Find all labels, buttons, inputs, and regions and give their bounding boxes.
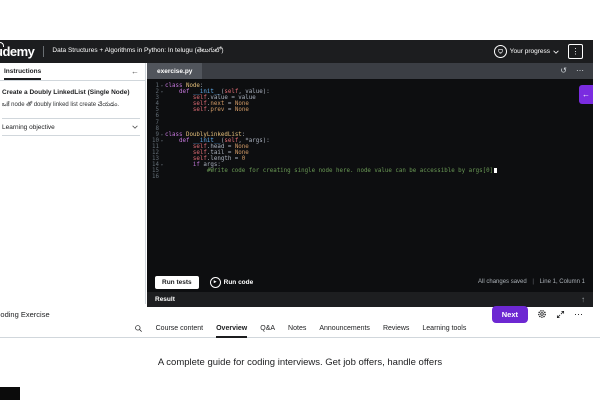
run-code-button[interactable]: ▸ Run code — [209, 276, 254, 288]
reset-code-icon[interactable]: ↺ — [560, 67, 567, 75]
assistant-collapse-button[interactable]: ← — [579, 85, 593, 104]
course-tabbar: Course content Overview Q&A Notes Announceme… — [0, 319, 600, 338]
instructions-panel: Instructions ← Create a Doubly LinkedLis… — [0, 63, 146, 304]
tab-overview[interactable]: Overview — [216, 319, 248, 338]
editor-controls: Run tests ▸ Run code All changes saved |… — [147, 272, 593, 292]
editor-tabstrip: exercise.py ↺ ⋯ — [147, 63, 593, 79]
search-icon[interactable] — [134, 324, 143, 333]
tab-course-content[interactable]: Course content — [156, 319, 203, 337]
collapse-panel-icon[interactable]: ← — [131, 67, 139, 76]
top-header: udemy Data Structures + Algorithms in Py… — [0, 40, 593, 63]
code-area[interactable]: 1 ▾ class Node: 2 ▾ def __init__(self, value… — [147, 79, 593, 181]
tab-instructions[interactable]: Instructions — [4, 63, 42, 80]
course-breadcrumb[interactable]: Data Structures + Algorithms in Python: … — [52, 47, 223, 56]
learning-objective-label: Learning objective — [2, 123, 55, 131]
run-tests-button[interactable]: Run tests — [155, 275, 199, 289]
more-options-icon[interactable]: ⋯ — [574, 309, 583, 320]
instructions-tabbar: Instructions ← — [0, 63, 145, 81]
tab-q-a[interactable]: Q&A — [260, 319, 275, 337]
code-line-16[interactable]: 16 — [147, 174, 593, 180]
text-cursor — [494, 168, 498, 174]
your-progress-label: Your progress — [509, 48, 550, 55]
kebab-icon: ⋮ — [571, 46, 580, 56]
lecture-title: Coding Exercise — [0, 309, 50, 319]
udemy-coding-exercise-page: udemy Data Structures + Algorithms in Py… — [0, 0, 600, 400]
chevron-down-icon — [132, 125, 138, 129]
header-kebab-menu[interactable]: ⋮ — [568, 44, 583, 59]
code-editor: exercise.py ↺ ⋯ 1 ▾ class Node: 2 ▾ def __in… — [147, 63, 593, 292]
trophy-icon — [493, 45, 507, 58]
expand-fullscreen-icon[interactable] — [556, 310, 565, 319]
tab-announcements[interactable]: Announcements — [319, 319, 370, 337]
play-icon: ▸ — [209, 276, 221, 288]
result-label: Result — [155, 296, 175, 303]
video-player-corner-fragment — [0, 387, 20, 400]
editor-status: All changes saved | Line 1, Column 1 — [478, 279, 585, 285]
your-progress-dropdown[interactable]: Your progress — [493, 45, 559, 58]
chevron-down-icon — [553, 50, 559, 54]
up-arrow-icon[interactable]: ↑ — [581, 295, 585, 304]
tab-reviews[interactable]: Reviews — [383, 319, 409, 337]
header-divider — [43, 46, 45, 57]
tab-learning-tools[interactable]: Learning tools — [422, 319, 466, 337]
course-tagline: A complete guide for coding interviews. … — [157, 357, 443, 368]
editor-more-options-icon[interactable]: ⋯ — [576, 67, 584, 75]
udemy-logo[interactable]: udemy — [0, 42, 35, 59]
exercise-title: Create a Doubly LinkedList (Single Node) — [2, 89, 130, 96]
saved-status: All changes saved — [478, 279, 527, 285]
tab-notes[interactable]: Notes — [288, 319, 306, 337]
file-tab-exercise-py[interactable]: exercise.py — [147, 63, 203, 79]
settings-gear-icon[interactable] — [537, 309, 547, 319]
run-code-label: Run code — [223, 278, 254, 286]
learning-objective-section[interactable]: Learning objective — [2, 118, 140, 136]
arrow-left-icon: ← — [582, 90, 590, 99]
cursor-position: Line 1, Column 1 — [539, 279, 585, 285]
exercise-description: ఒకే node తో doubly linked list create చే… — [2, 102, 120, 108]
